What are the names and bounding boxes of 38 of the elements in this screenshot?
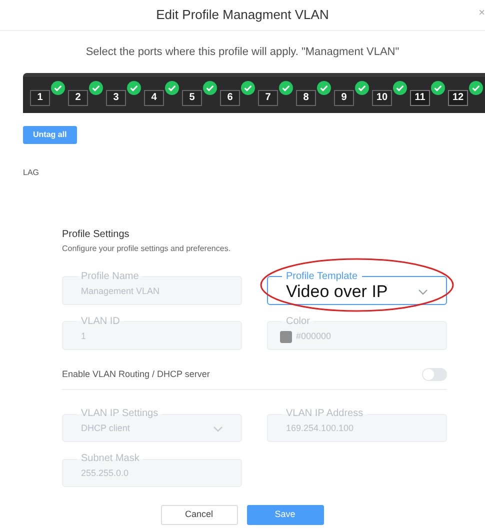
field-label: Profile Template [285, 270, 359, 282]
field-value: #000000 [296, 330, 332, 343]
ethernet-port[interactable]: 1 [30, 90, 50, 106]
ethernet-port[interactable]: 9 [334, 90, 354, 106]
toggle-switch[interactable] [422, 368, 447, 381]
chevron-down-icon [213, 426, 223, 432]
field-value: 169.254.100.100 [286, 422, 355, 436]
ethernet-port[interactable]: 7 [258, 90, 278, 106]
field-label: Color [285, 316, 311, 328]
lag-label: LAG [23, 168, 40, 176]
instruction-text: Select the ports where this profile will apply. "Managment VLAN" [86, 45, 400, 60]
section-subtitle: Configure your profile settings and preferences. [62, 242, 232, 254]
field-label: VLAN IP Address [285, 408, 364, 420]
field-label: Subnet Mask [80, 453, 140, 465]
ethernet-port[interactable]: 4 [144, 90, 164, 106]
sfp-port[interactable]: 11 [410, 90, 430, 106]
dialog-title: Edit Profile Managment VLAN [156, 6, 329, 24]
field-value: 1 [81, 330, 88, 343]
field-label: VLAN ID [80, 316, 121, 328]
section-title: Profile Settings [62, 228, 130, 240]
sfp-port[interactable]: 12 [448, 90, 468, 106]
ethernet-port[interactable]: 8 [296, 90, 316, 106]
ethernet-port[interactable]: 3 [106, 90, 126, 106]
field-label: Profile Name [80, 270, 140, 282]
ethernet-port[interactable]: 10 [372, 90, 392, 106]
select-field[interactable]: Profile Template Video over IP [267, 270, 447, 304]
color-swatch [280, 330, 292, 342]
field-value: DHCP client [81, 422, 131, 436]
ethernet-port[interactable]: 2 [68, 90, 88, 106]
ethernet-port[interactable]: 6 [220, 90, 240, 106]
field-value: 255.255.0.0 [81, 467, 130, 480]
routing-label: Enable VLAN Routing / DHCP server [62, 368, 210, 381]
field-value: Management VLAN [81, 284, 161, 298]
chevron-down-icon [418, 288, 428, 294]
cancel-button[interactable]: Cancel [160, 505, 238, 525]
ethernet-port[interactable]: 5 [182, 90, 202, 106]
field-label: VLAN IP Settings [80, 408, 160, 420]
field-value: Video over IP [286, 282, 389, 303]
